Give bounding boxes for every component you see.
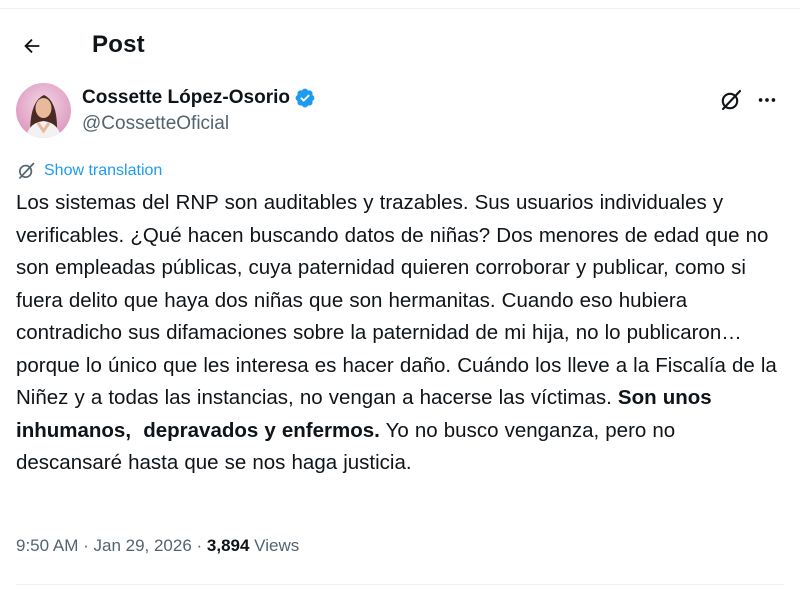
post-time[interactable]: 9:50 AM <box>16 536 78 556</box>
author-name-line: Cossette López-Osorio <box>82 86 316 110</box>
post-header: Post <box>0 20 800 72</box>
grok-button[interactable] <box>716 85 746 115</box>
post-page: Post Cossette López-Osorio @CossetteOfic… <box>0 0 800 600</box>
grok-icon <box>721 89 742 111</box>
translate-icon <box>19 162 35 179</box>
author-row: Cossette López-Osorio @CossetteOficial <box>0 80 800 144</box>
author-handle[interactable]: @CossetteOficial <box>82 113 229 135</box>
author-name[interactable]: Cossette López-Osorio <box>82 87 290 109</box>
meta-separator: · <box>78 536 94 555</box>
show-translation-link[interactable]: Show translation <box>16 160 162 181</box>
more-horizontal-icon <box>758 98 776 102</box>
post-metadata: 9:50 AM · Jan 29, 2026 · 3,894 Views <box>16 536 299 556</box>
post-date[interactable]: Jan 29, 2026 <box>93 536 191 556</box>
arrow-left-icon <box>24 38 40 54</box>
verified-badge-icon <box>295 88 315 108</box>
avatar-image <box>16 83 71 138</box>
views-count: 3,894 <box>206 536 250 555</box>
views-label: Views <box>249 536 300 555</box>
show-translation-label: Show translation <box>44 161 163 179</box>
meta-separator-2: · <box>191 536 207 555</box>
back-button[interactable] <box>14 28 50 64</box>
bottom-divider <box>16 584 784 585</box>
post-text-part-1: Los sistemas del RNP son auditables y tr… <box>16 191 783 409</box>
page-title: Post <box>92 31 145 58</box>
top-divider <box>0 8 800 9</box>
avatar[interactable] <box>16 83 71 138</box>
post-text: Los sistemas del RNP son auditables y tr… <box>16 187 786 480</box>
more-options-button[interactable] <box>752 85 782 115</box>
